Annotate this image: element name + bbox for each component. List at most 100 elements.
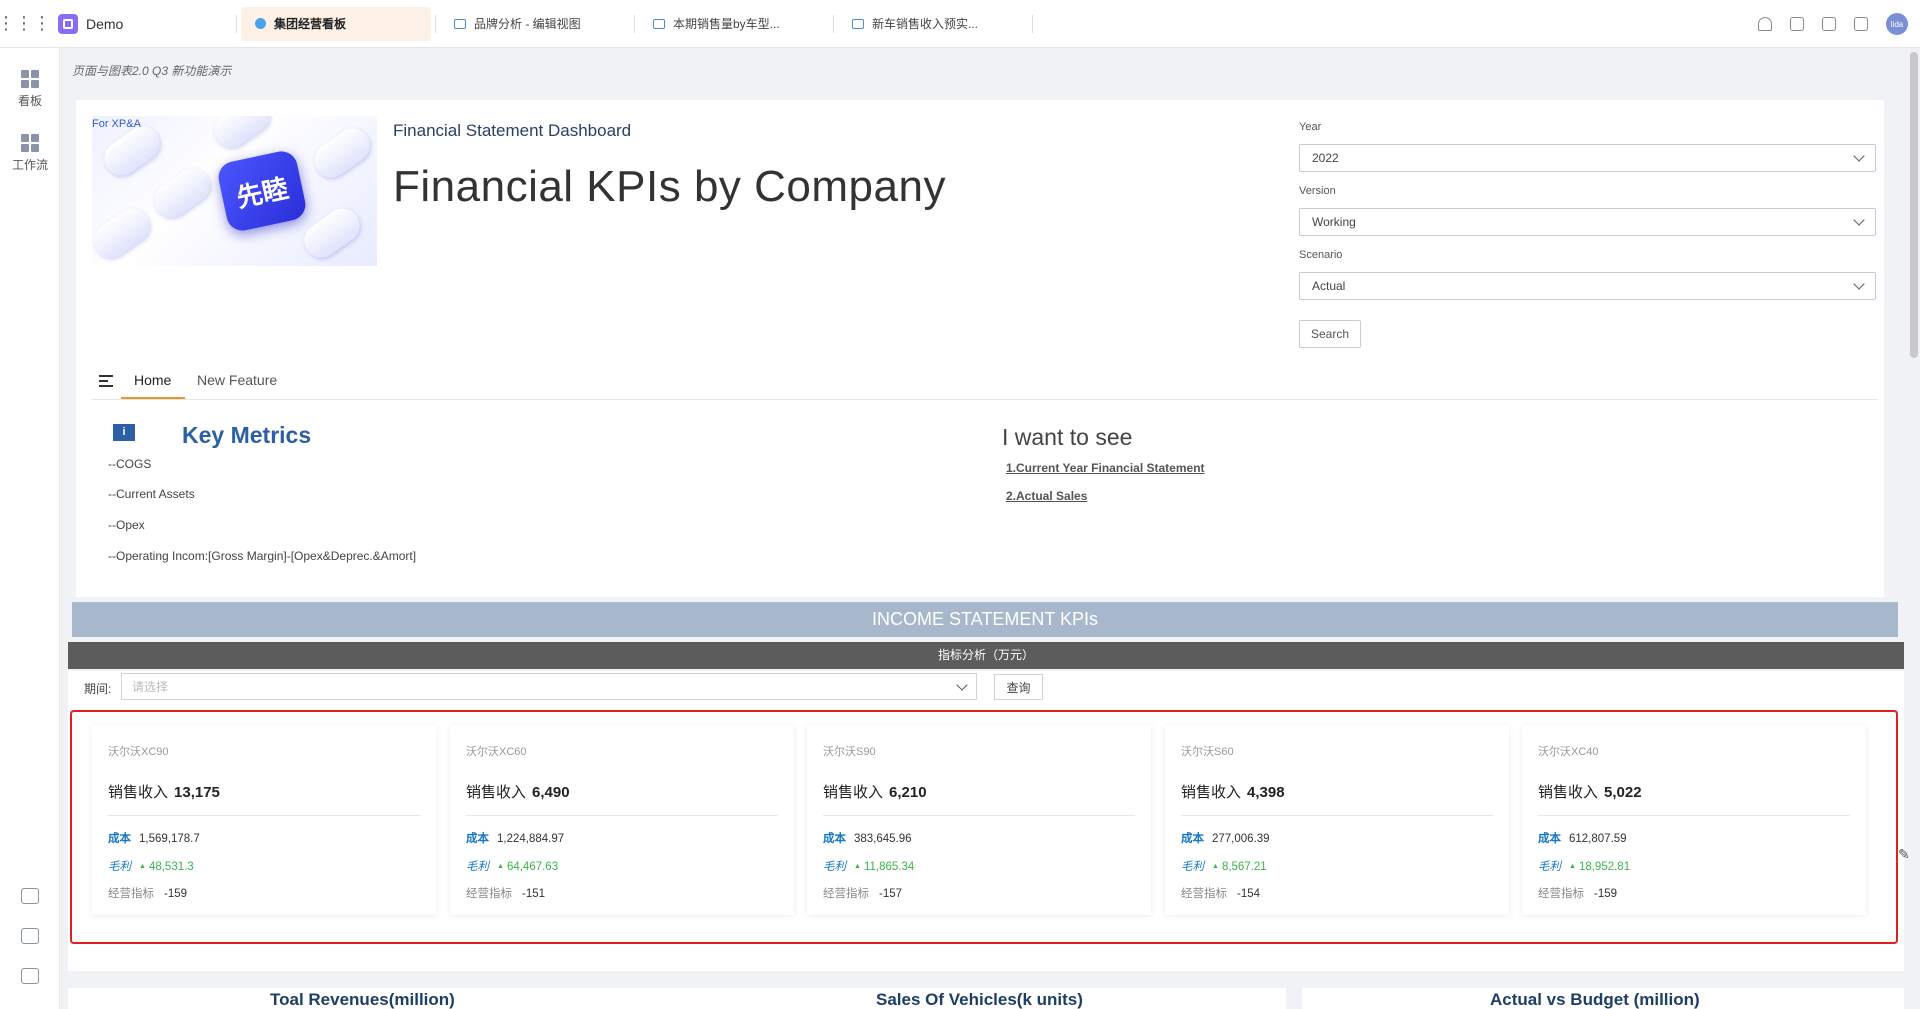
add-icon[interactable] bbox=[21, 888, 39, 904]
period-select[interactable]: 请选择 bbox=[121, 673, 977, 700]
edit-icon[interactable]: ✎ bbox=[1898, 846, 1916, 864]
app-name[interactable]: Demo bbox=[86, 16, 236, 32]
link-financial-statement[interactable]: 1.Current Year Financial Statement bbox=[1006, 461, 1205, 475]
top-bar: ⋮⋮⋮ Demo 集团经营看板 品牌分析 - 编辑视图 本期销售量by车型...… bbox=[0, 0, 1920, 48]
cost-label: 成本 bbox=[108, 833, 131, 845]
card-revenue: 销售收入 13,175 bbox=[108, 781, 220, 802]
year-select[interactable]: 2022 bbox=[1299, 144, 1876, 172]
card-gross-profit-row: 毛利 ▲ 8,567.21 bbox=[1181, 858, 1267, 874]
tab-brand-analysis[interactable]: 品牌分析 - 编辑视图 bbox=[440, 7, 630, 41]
gross-profit-value: 48,531.3 bbox=[148, 861, 194, 873]
left-sidebar: 看板 工作流 bbox=[0, 48, 60, 1009]
scenario-select[interactable]: Actual bbox=[1299, 272, 1876, 300]
menu-icon[interactable] bbox=[99, 375, 113, 390]
kpi-card[interactable]: 沃尔沃XC60 销售收入 6,490 成本 1,224,884.97 毛利 ▲ 64,467.… bbox=[450, 725, 794, 915]
document-icon[interactable] bbox=[1822, 17, 1836, 31]
revenue-label: 销售收入 bbox=[823, 784, 884, 801]
card-operating-row: 经营指标 -159 bbox=[108, 885, 187, 901]
hero-image: 先睦 bbox=[92, 116, 377, 266]
card-cost-row: 成本 1,569,178.7 bbox=[108, 830, 200, 846]
search-button[interactable]: Search bbox=[1299, 320, 1361, 348]
avatar[interactable]: lida bbox=[1886, 13, 1908, 35]
report-tab-icon bbox=[653, 18, 665, 29]
revenue-value: 6,490 bbox=[532, 784, 570, 801]
want-to-see-title: I want to see bbox=[1002, 424, 1133, 450]
key-metric-item: --Current Assets bbox=[108, 487, 195, 501]
card-divider bbox=[1181, 815, 1493, 816]
sidebar-item-dashboard[interactable]: 看板 bbox=[0, 70, 60, 109]
revenue-label: 销售收入 bbox=[466, 784, 527, 801]
card-gross-profit-row: 毛利 ▲ 11,865.34 bbox=[823, 858, 914, 874]
link-actual-sales[interactable]: 2.Actual Sales bbox=[1006, 489, 1087, 503]
key-metric-item: --Opex bbox=[108, 518, 145, 532]
card-divider bbox=[823, 815, 1135, 816]
hero-pill bbox=[307, 121, 377, 185]
kpi-card[interactable]: 沃尔沃XC90 销售收入 13,175 成本 1,569,178.7 毛利 ▲ 48,531.… bbox=[92, 725, 436, 915]
revenue-label: 销售收入 bbox=[1181, 784, 1242, 801]
revenue-value: 6,210 bbox=[889, 784, 927, 801]
bell-icon[interactable] bbox=[1758, 17, 1772, 31]
cost-value: 383,645.96 bbox=[854, 833, 912, 845]
hero-pill bbox=[207, 116, 277, 155]
kpi-card[interactable]: 沃尔沃XC40 销售收入 5,022 成本 612,807.59 毛利 ▲ 18,952.81… bbox=[1522, 725, 1866, 915]
card-operating-row: 经营指标 -159 bbox=[1538, 885, 1617, 901]
gross-profit-label: 毛利 bbox=[1181, 861, 1204, 873]
hero-tag: For XP&A bbox=[92, 118, 141, 130]
vertical-scrollbar[interactable] bbox=[1910, 52, 1918, 358]
operating-label: 经营指标 bbox=[1181, 888, 1227, 900]
calendar-icon[interactable] bbox=[1854, 17, 1868, 31]
layout-icon[interactable] bbox=[21, 928, 39, 944]
scenario-value: Actual bbox=[1312, 279, 1346, 293]
cost-value: 1,224,884.97 bbox=[497, 833, 565, 845]
card-cost-row: 成本 277,006.39 bbox=[1181, 830, 1270, 846]
sidebar-item-workflow[interactable]: 工作流 bbox=[0, 134, 60, 173]
kpi-card[interactable]: 沃尔沃S90 销售收入 6,210 成本 383,645.96 毛利 ▲ 11,865.34 经… bbox=[807, 725, 1151, 915]
up-arrow-icon: ▲ bbox=[854, 863, 861, 870]
apps-icon[interactable] bbox=[1790, 17, 1804, 31]
top-right-toolbar: lida bbox=[1758, 0, 1908, 48]
tab-new-feature[interactable]: New Feature bbox=[197, 372, 277, 388]
tab-group-dashboard[interactable]: 集团经营看板 bbox=[241, 6, 431, 41]
cost-label: 成本 bbox=[823, 833, 846, 845]
workflow-icon bbox=[21, 134, 39, 152]
version-select[interactable]: Working bbox=[1299, 208, 1876, 236]
app-grid-icon[interactable]: ⋮⋮⋮ bbox=[0, 0, 51, 48]
hero-pill bbox=[297, 201, 367, 265]
card-operating-row: 经营指标 -154 bbox=[1181, 885, 1260, 901]
sidebar-item-label: 工作流 bbox=[11, 158, 48, 172]
cost-label: 成本 bbox=[1181, 833, 1204, 845]
revenue-value: 5,022 bbox=[1604, 784, 1642, 801]
year-label: Year bbox=[1299, 121, 1322, 133]
tab-new-car-revenue[interactable]: 新车销售收入预实... bbox=[838, 7, 1028, 41]
query-button[interactable]: 查询 bbox=[994, 674, 1043, 700]
tab-sales-by-model[interactable]: 本期销售量by车型... bbox=[639, 7, 829, 41]
folder-icon[interactable] bbox=[21, 968, 39, 984]
tab-home[interactable]: Home bbox=[134, 372, 171, 388]
income-statement-banner: INCOME STATEMENT KPIs bbox=[72, 602, 1898, 637]
up-arrow-icon: ▲ bbox=[497, 863, 504, 870]
card-gross-profit-row: 毛利 ▲ 18,952.81 bbox=[1538, 858, 1630, 874]
cost-value: 1,569,178.7 bbox=[139, 833, 200, 845]
hero-pill bbox=[147, 161, 217, 225]
gross-profit-value: 64,467.63 bbox=[506, 861, 559, 873]
card-divider bbox=[1538, 815, 1850, 816]
bottom-panel-left bbox=[68, 988, 1286, 1009]
gross-profit-label: 毛利 bbox=[823, 861, 846, 873]
tab-label: 品牌分析 - 编辑视图 bbox=[474, 17, 581, 31]
card-cost-row: 成本 1,224,884.97 bbox=[466, 830, 564, 846]
operating-label: 经营指标 bbox=[1538, 888, 1584, 900]
card-cost-row: 成本 383,645.96 bbox=[823, 830, 912, 846]
chevron-down-icon bbox=[1853, 278, 1865, 290]
tab-separator bbox=[236, 14, 237, 33]
chevron-down-icon bbox=[1853, 214, 1865, 226]
card-revenue: 销售收入 6,490 bbox=[466, 781, 570, 802]
tab-label: 集团经营看板 bbox=[274, 17, 347, 31]
report-tab-icon bbox=[852, 18, 864, 29]
scenario-label: Scenario bbox=[1299, 249, 1343, 261]
dashboard-icon bbox=[21, 70, 39, 88]
tab-divider bbox=[92, 399, 1878, 400]
card-gross-profit-row: 毛利 ▲ 64,467.63 bbox=[466, 858, 558, 874]
card-gross-profit-row: 毛利 ▲ 48,531.3 bbox=[108, 858, 194, 874]
dashboard-subtitle: Financial Statement Dashboard bbox=[393, 121, 632, 140]
kpi-card[interactable]: 沃尔沃S60 销售收入 4,398 成本 277,006.39 毛利 ▲ 8,567.21 经营… bbox=[1165, 725, 1509, 915]
